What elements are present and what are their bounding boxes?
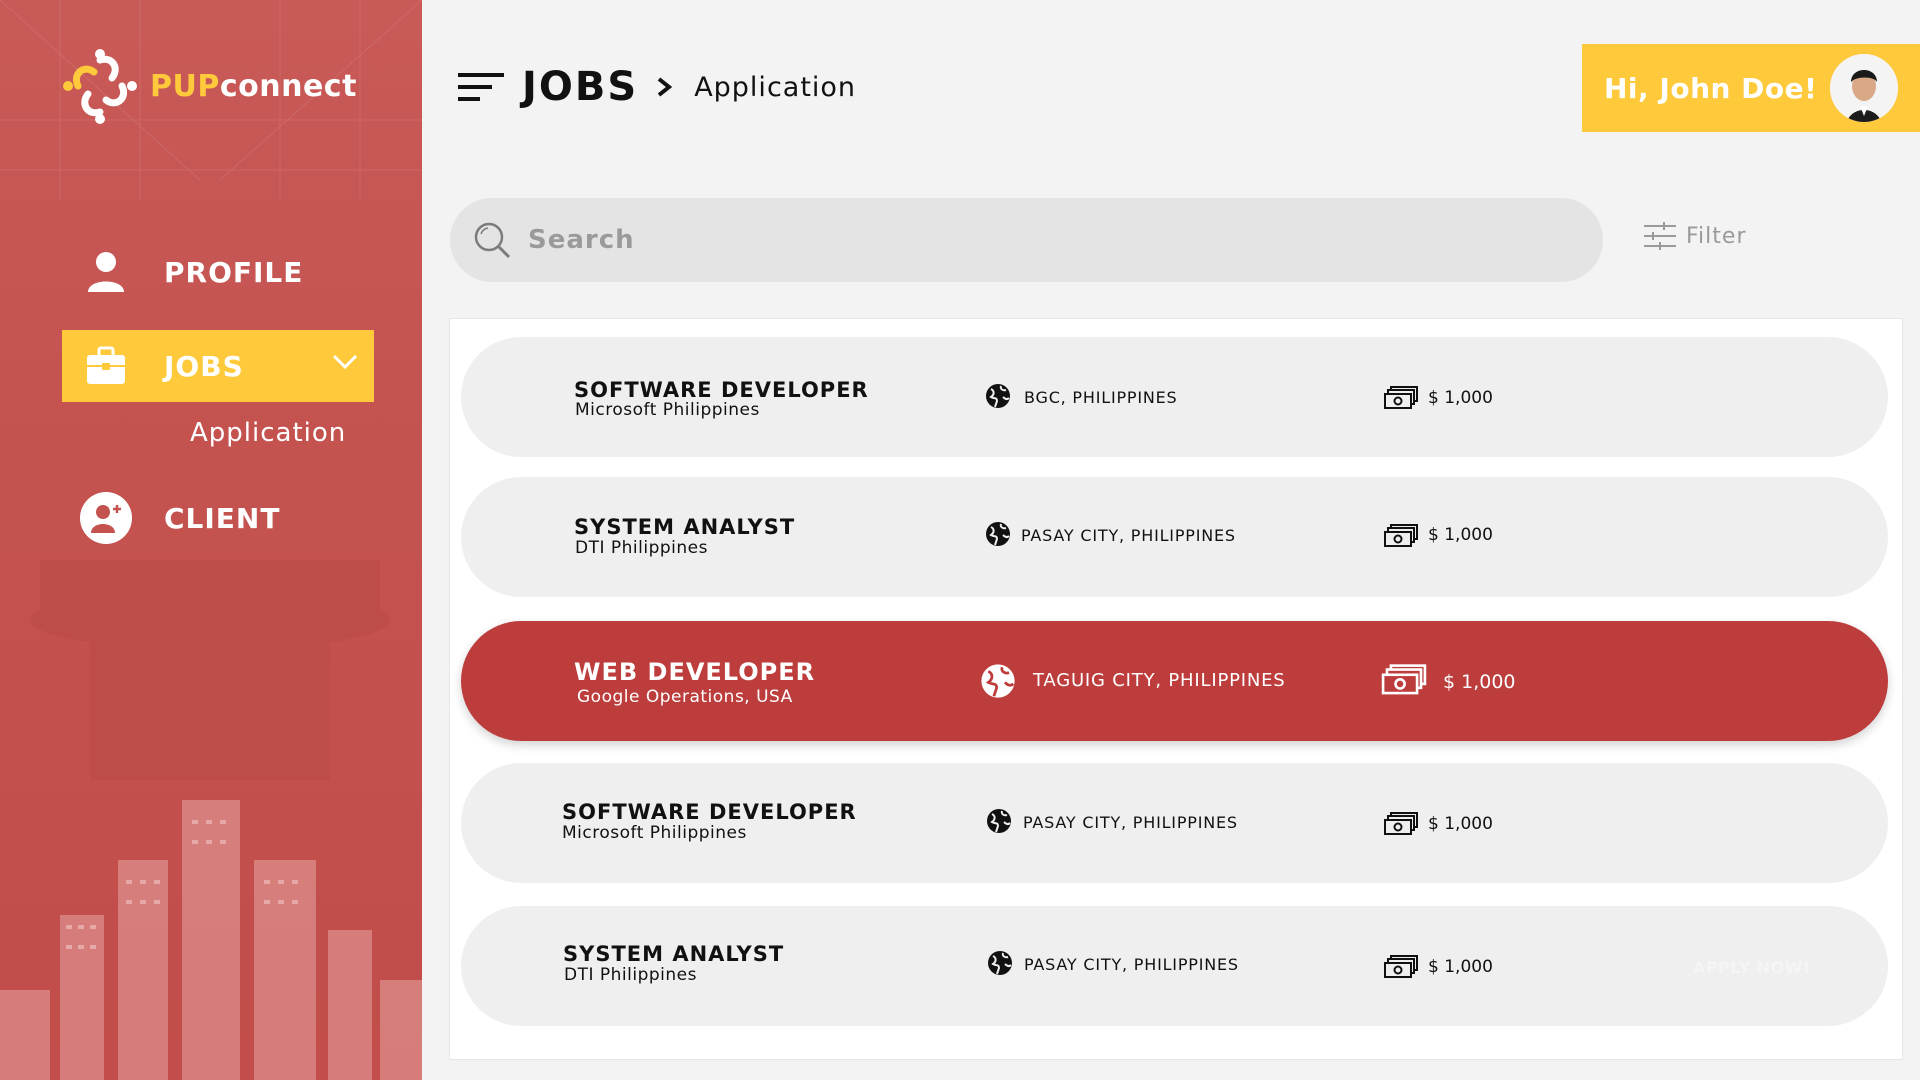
sidebar-item-label: CLIENT <box>164 501 281 535</box>
globe-icon <box>981 664 1015 698</box>
user-avatar-icon <box>1830 54 1898 122</box>
sidebar-item-client[interactable]: CLIENT <box>62 482 374 554</box>
job-salary: $ 1,000 <box>1428 388 1493 408</box>
person-icon <box>76 250 136 294</box>
job-title: SOFTWARE DEVELOPER <box>574 378 869 402</box>
pupconnect-logo-icon <box>63 49 137 124</box>
breadcrumb-application: Application <box>694 71 857 103</box>
job-title: SYSTEM ANALYST <box>574 515 796 539</box>
job-location: PASAY CITY, PHILIPPINES <box>1021 526 1236 545</box>
job-title: SOFTWARE DEVELOPER <box>562 800 857 824</box>
job-company: DTI Philippines <box>575 538 708 558</box>
money-icon <box>1384 524 1418 547</box>
globe-icon <box>987 809 1011 833</box>
job-salary: $ 1,000 <box>1428 957 1493 977</box>
sidebar-item-jobs[interactable]: JOBS <box>62 330 374 402</box>
job-company: Microsoft Philippines <box>575 400 760 420</box>
money-icon <box>1384 386 1418 409</box>
chevron-down-icon[interactable] <box>332 354 358 370</box>
search-input[interactable] <box>528 225 1528 255</box>
globe-icon <box>988 951 1012 975</box>
sidebar-subitem-application[interactable]: Application <box>190 418 346 448</box>
sidebar-item-label: JOBS <box>164 349 244 383</box>
search-bar <box>450 198 1603 282</box>
job-company: DTI Philippines <box>564 965 697 985</box>
job-salary: $ 1,000 <box>1428 525 1493 545</box>
job-row[interactable]: SYSTEM ANALYST DTI Philippines PASAY CIT… <box>461 477 1888 597</box>
job-company: Microsoft Philippines <box>562 823 747 843</box>
sliders-icon <box>1644 222 1676 250</box>
chevron-right-icon <box>657 77 673 97</box>
sidebar-item-profile[interactable]: PROFILE <box>62 236 374 308</box>
logo-text: PUPconnect <box>150 68 357 104</box>
avatar[interactable] <box>1830 54 1898 122</box>
app-logo[interactable]: PUPconnect <box>60 46 357 126</box>
briefcase-icon <box>76 346 136 386</box>
money-icon <box>1384 955 1418 978</box>
job-title: SYSTEM ANALYST <box>563 942 785 966</box>
job-row[interactable]: SYSTEM ANALYST DTI Philippines PASAY CIT… <box>461 906 1888 1026</box>
job-salary: $ 1,000 <box>1428 814 1493 834</box>
job-location: PASAY CITY, PHILIPPINES <box>1023 813 1238 832</box>
user-greeting[interactable]: Hi, John Doe! <box>1582 44 1920 132</box>
job-company: Google Operations, USA <box>577 687 793 707</box>
menu-icon[interactable] <box>458 69 506 105</box>
greeting-text: Hi, John Doe! <box>1604 71 1818 105</box>
globe-icon <box>986 522 1010 546</box>
client-icon <box>76 491 136 545</box>
filter-label: Filter <box>1686 223 1747 249</box>
apply-now-button[interactable]: APPLY NOW! <box>1693 958 1811 977</box>
job-list: SOFTWARE DEVELOPER Microsoft Philippines… <box>449 318 1903 1060</box>
filter-button[interactable]: Filter <box>1644 222 1746 250</box>
job-row-selected[interactable]: WEB DEVELOPER Google Operations, USA TAG… <box>461 621 1888 741</box>
breadcrumb-jobs[interactable]: JOBS <box>522 64 638 110</box>
job-salary: $ 1,000 <box>1443 671 1516 693</box>
job-location: PASAY CITY, PHILIPPINES <box>1024 955 1239 974</box>
job-location: TAGUIG CITY, PHILIPPINES <box>1033 670 1286 691</box>
money-icon <box>1381 664 1427 695</box>
job-title: WEB DEVELOPER <box>574 658 816 686</box>
job-row[interactable]: SOFTWARE DEVELOPER Microsoft Philippines… <box>461 763 1888 883</box>
sidebar-item-label: PROFILE <box>164 255 304 289</box>
globe-icon <box>986 384 1010 408</box>
breadcrumb: JOBS Application <box>458 64 856 110</box>
job-location: BGC, PHILIPPINES <box>1024 388 1178 407</box>
sidebar: PUPconnect PROFILE JOBS Application CLIE… <box>0 0 422 1080</box>
money-icon <box>1384 812 1418 835</box>
search-icon <box>474 222 511 259</box>
job-row[interactable]: SOFTWARE DEVELOPER Microsoft Philippines… <box>461 337 1888 457</box>
